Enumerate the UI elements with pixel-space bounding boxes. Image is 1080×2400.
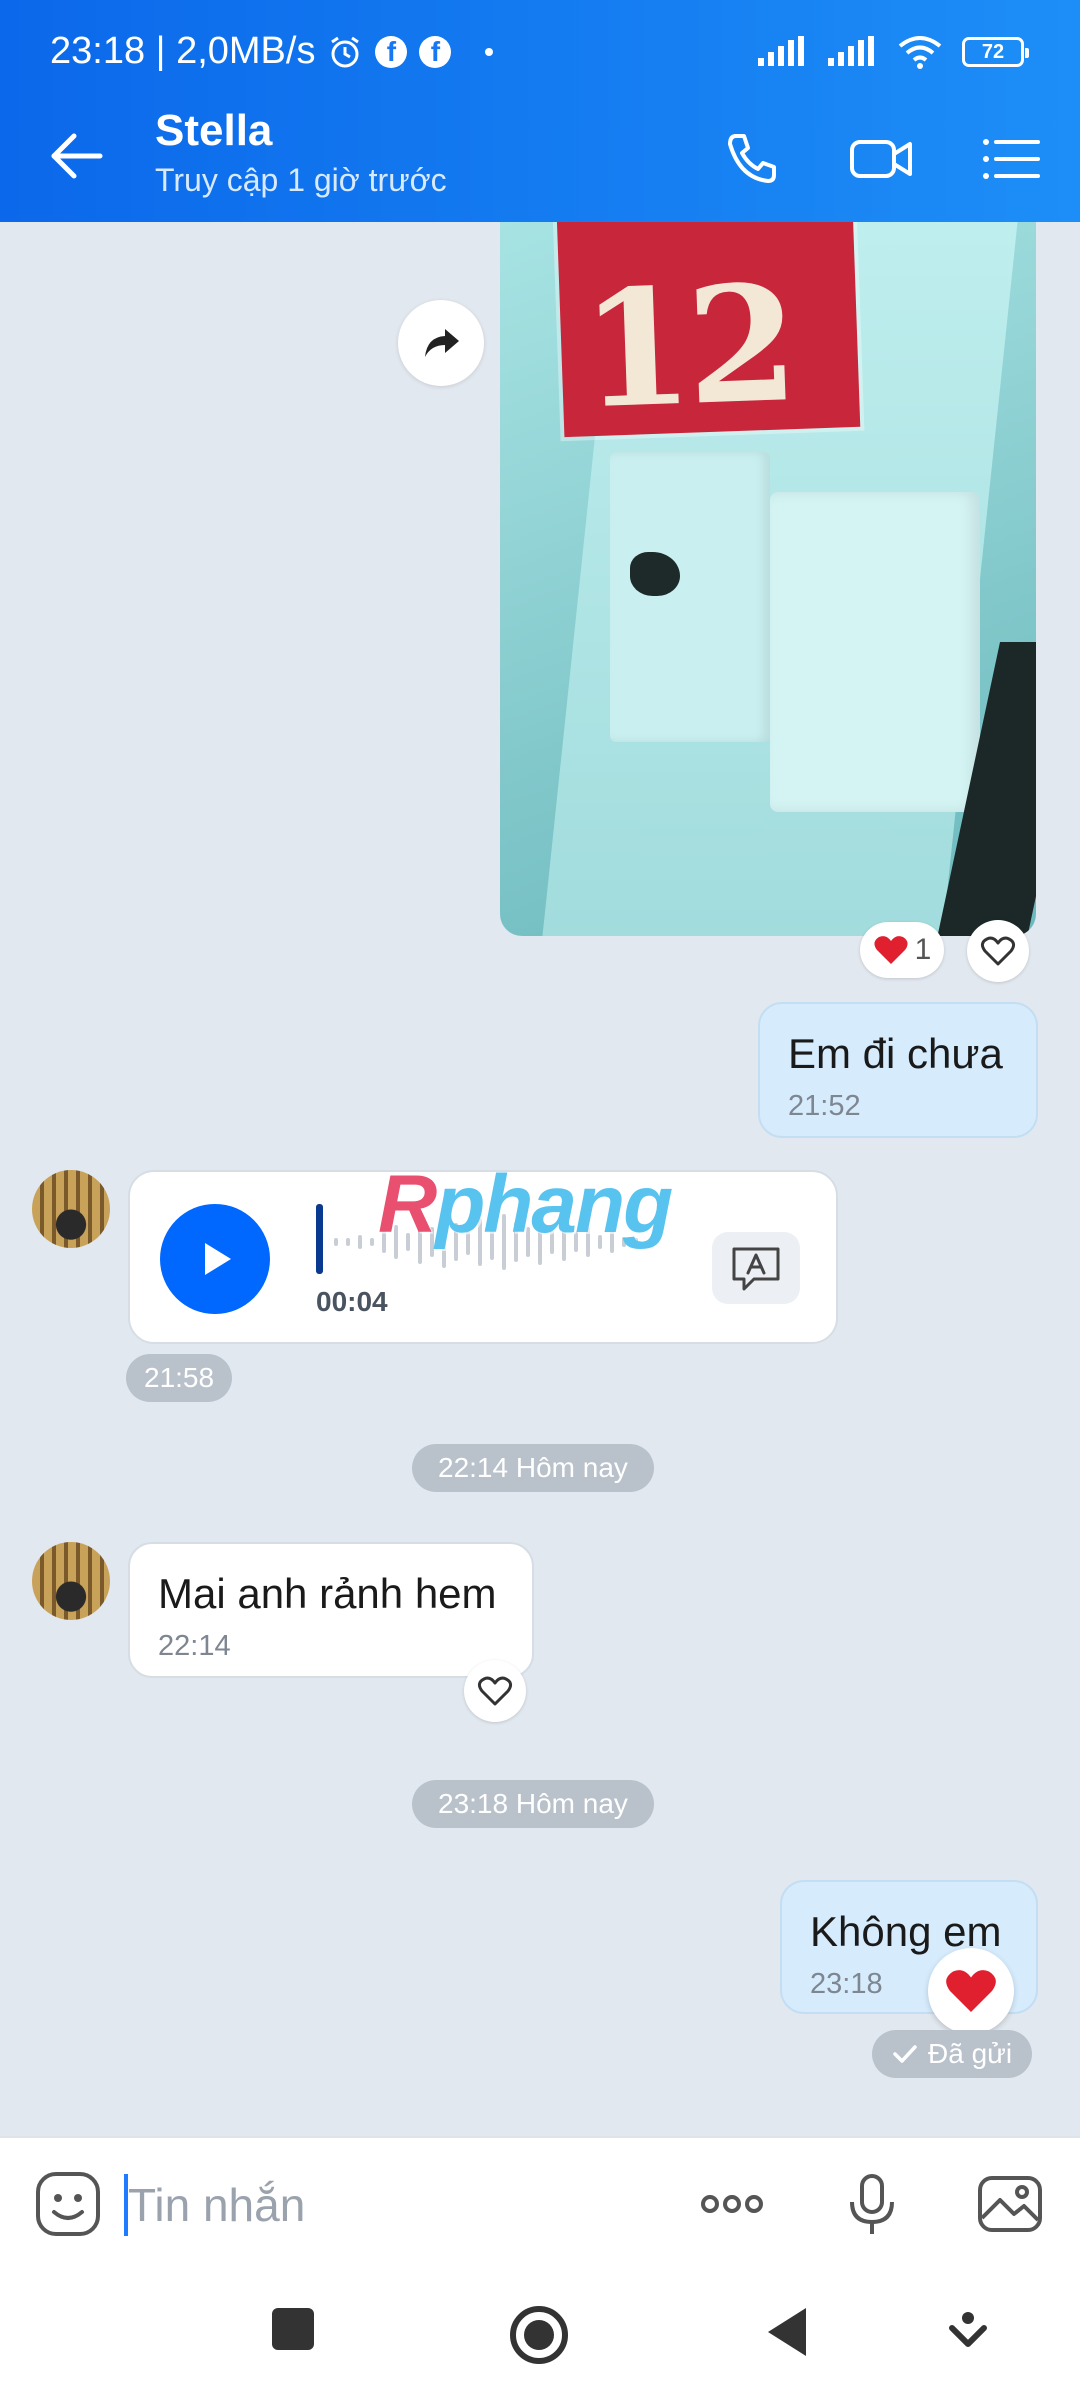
- message-time: 21:52: [788, 1090, 861, 1122]
- status-bar: 23:18 | 2,0MB/s f f 72: [0, 0, 1080, 96]
- date-separator: 23:18 Hôm nay: [412, 1780, 654, 1828]
- message-text: Mai anh rảnh hem: [158, 1570, 497, 1617]
- alarm-icon: [331, 36, 360, 67]
- facebook-icon: f: [375, 35, 408, 68]
- back-triangle-icon[interactable]: [762, 2304, 812, 2360]
- chat-header: Stella Truy cập 1 giờ trước: [0, 96, 1080, 222]
- playback-cursor: [316, 1204, 323, 1274]
- room-number-plate: 12: [555, 222, 861, 444]
- more-options-icon[interactable]: [696, 2168, 768, 2240]
- signal-icon: [828, 36, 874, 66]
- heart-filled-icon: [874, 936, 908, 964]
- accessibility-down-icon[interactable]: [948, 2310, 988, 2354]
- microphone-icon[interactable]: [836, 2168, 908, 2240]
- react-heart-button[interactable]: [464, 1660, 526, 1722]
- heart-filled-icon: [946, 1970, 996, 2012]
- heart-outline-icon: [477, 1676, 513, 1706]
- system-navigation-bar: [0, 2274, 1080, 2400]
- battery-icon: 72: [962, 37, 1029, 67]
- reaction-count-badge[interactable]: 1: [860, 922, 944, 978]
- facebook-icon: f: [419, 35, 452, 68]
- heart-outline-icon: [980, 936, 1016, 966]
- contact-avatar[interactable]: [32, 1170, 110, 1248]
- speech-to-text-icon: [732, 1247, 780, 1291]
- quick-heart-reaction-button[interactable]: [928, 1948, 1014, 2034]
- voice-duration: 00:04: [316, 1286, 388, 1317]
- contact-avatar[interactable]: [32, 1542, 110, 1620]
- message-input[interactable]: Tin nhắn: [128, 2178, 305, 2232]
- sent-status-text: Đã gửi: [928, 2038, 1013, 2069]
- status-time-speed: 23:18 | 2,0MB/s: [50, 30, 316, 72]
- photo-box-left: [610, 452, 770, 742]
- reaction-count: 1: [914, 933, 932, 966]
- message-time: 22:14: [158, 1630, 231, 1662]
- image-gallery-icon[interactable]: [974, 2168, 1046, 2240]
- watermark-text: phang: [435, 1159, 673, 1250]
- last-seen-status: Truy cập 1 giờ trước: [155, 162, 447, 198]
- top-bar: 23:18 | 2,0MB/s f f 72 Stella Truy cập 1…: [0, 0, 1080, 222]
- emoji-sticker-icon[interactable]: [32, 2168, 104, 2240]
- transcribe-button[interactable]: [712, 1232, 800, 1304]
- sent-status-badge: Đã gửi: [872, 2030, 1033, 2078]
- watermark-r: R: [378, 1159, 437, 1250]
- wifi-icon: [898, 36, 942, 69]
- share-forward-button[interactable]: [398, 300, 484, 386]
- photo-box-right: [770, 492, 980, 812]
- message-input-bar: Tin nhắn: [0, 2136, 1080, 2274]
- play-button[interactable]: [160, 1204, 270, 1314]
- incoming-message-bubble[interactable]: Mai anh rảnh hem 22:14: [128, 1542, 534, 1678]
- outgoing-message-bubble[interactable]: Em đi chưa 21:52: [758, 1002, 1038, 1138]
- status-right: 72: [756, 34, 1029, 70]
- room-number-text: 12: [578, 249, 796, 445]
- home-icon[interactable]: [508, 2304, 570, 2366]
- photo-hole: [630, 552, 680, 596]
- recent-apps-icon[interactable]: [268, 2304, 318, 2354]
- message-time-chip: 21:58: [126, 1354, 233, 1402]
- video-call-icon[interactable]: [848, 126, 914, 192]
- signal-icon: [758, 36, 804, 66]
- check-icon: [893, 2045, 917, 2063]
- menu-list-icon[interactable]: [978, 126, 1044, 192]
- phone-call-icon[interactable]: [718, 126, 784, 192]
- photo-message[interactable]: 12: [500, 222, 1036, 936]
- watermark-logo: Rphang: [378, 1158, 673, 1252]
- date-separator: 22:14 Hôm nay: [412, 1444, 654, 1492]
- forward-arrow-icon: [425, 329, 459, 357]
- play-icon: [205, 1243, 231, 1275]
- back-arrow-icon[interactable]: [44, 124, 108, 188]
- react-heart-button[interactable]: [967, 920, 1029, 982]
- notification-dot-icon: [485, 47, 494, 56]
- status-left: 23:18 | 2,0MB/s f f: [50, 30, 494, 73]
- contact-name[interactable]: Stella: [155, 106, 272, 156]
- message-text: Em đi chưa: [788, 1030, 1003, 1077]
